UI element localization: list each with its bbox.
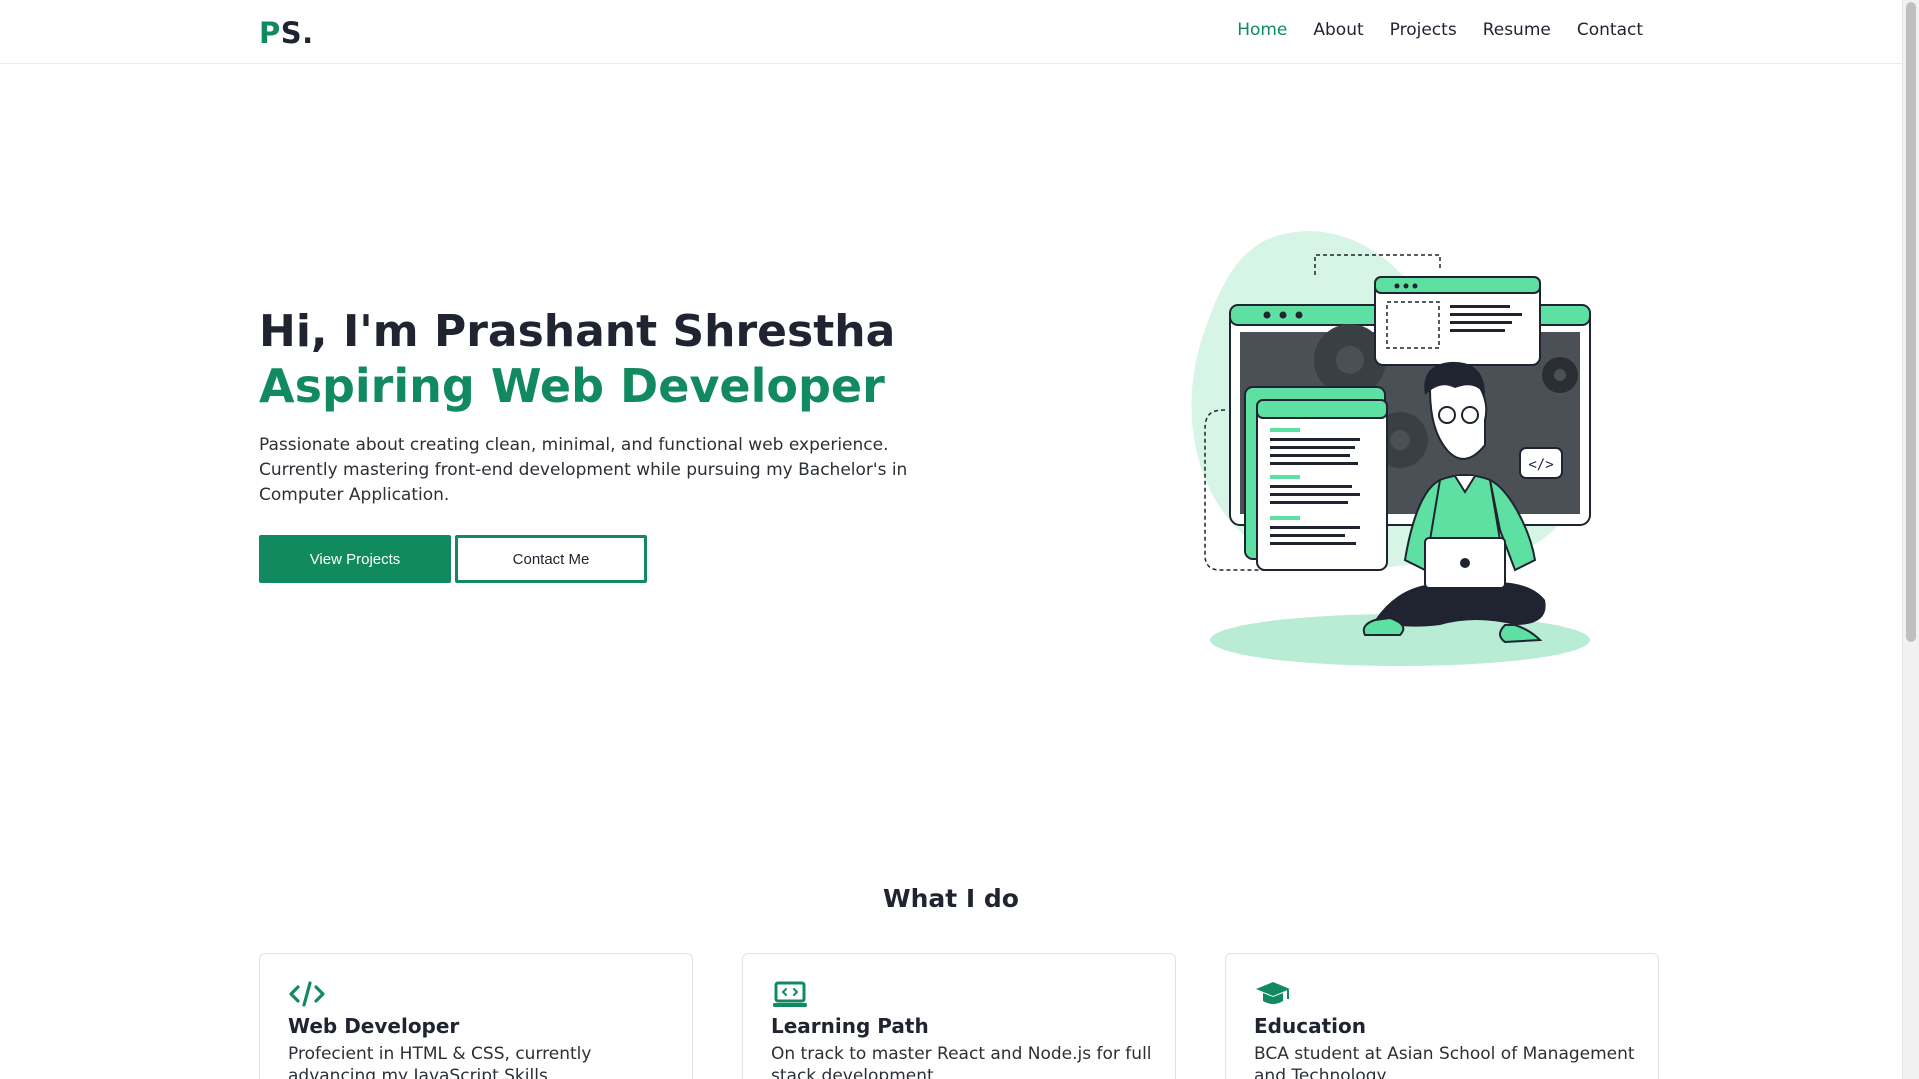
nav-contact-link[interactable]: Contact (1577, 20, 1643, 40)
nav-projects-link[interactable]: Projects (1390, 20, 1457, 40)
card-text: BCA student at Asian School of Managemen… (1254, 1044, 1635, 1079)
service-card-learning-path: Learning Path On track to master React a… (742, 953, 1176, 1079)
navbar: PS. Home About Projects Resume Contact (0, 0, 1902, 64)
nav-about-link[interactable]: About (1313, 20, 1363, 40)
developer-illustration: </> (1191, 231, 1591, 666)
card-title: Learning Path (771, 1014, 929, 1038)
logo[interactable]: PS. (259, 16, 314, 50)
hero-description: Passionate about creating clean, minimal… (259, 435, 908, 505)
nav-home-link[interactable]: Home (1237, 20, 1287, 40)
graduation-cap-icon (1256, 982, 1290, 1004)
scrollbar-thumb[interactable] (1906, 2, 1916, 642)
services-section-title: What I do (883, 884, 1019, 913)
hero-title: Hi, I'm Prashant Shrestha (259, 306, 896, 357)
code-icon (289, 981, 325, 1007)
service-card-web-developer: Web Developer Profecient in HTML & CSS, … (259, 953, 693, 1079)
page-scrollbar[interactable] (1902, 0, 1919, 1079)
logo-initial: P (259, 16, 281, 50)
card-text: Profecient in HTML & CSS, currently adva… (288, 1044, 592, 1079)
contact-me-button[interactable]: Contact Me (455, 535, 647, 583)
view-projects-button[interactable]: View Projects (259, 535, 451, 583)
logo-rest: S. (280, 16, 314, 50)
card-title: Web Developer (288, 1014, 460, 1038)
nav-resume-link[interactable]: Resume (1483, 20, 1551, 40)
card-text: On track to master React and Node.js for… (771, 1044, 1152, 1079)
card-title: Education (1254, 1014, 1366, 1038)
laptop-code-icon (773, 981, 807, 1007)
service-card-education: Education BCA student at Asian School of… (1225, 953, 1659, 1079)
svg-text:</>: </> (1528, 457, 1553, 473)
hero-subtitle: Aspiring Web Developer (259, 359, 885, 413)
nav-links: Home About Projects Resume Contact (1237, 20, 1643, 40)
